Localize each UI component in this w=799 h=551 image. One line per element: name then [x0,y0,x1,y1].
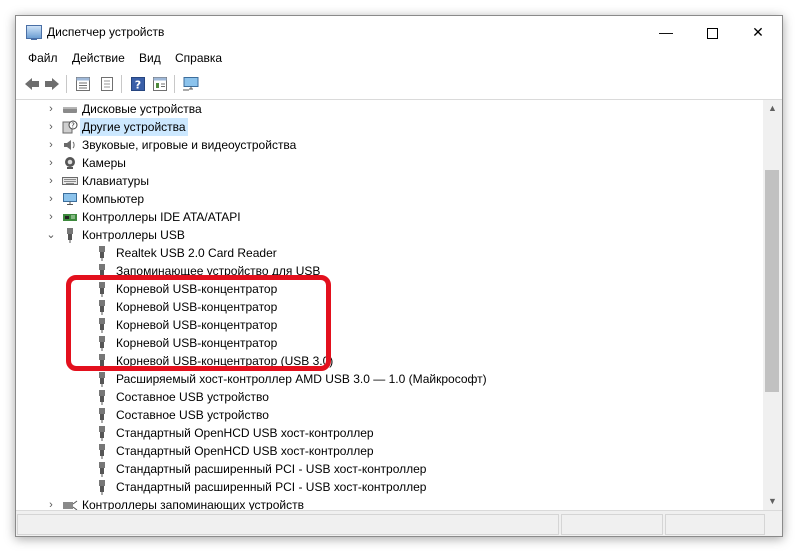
chevron-right-icon[interactable]: › [46,136,56,154]
toolbar: ? [16,69,782,100]
tree-device-label: Стандартный расширенный PCI - USB хост-к… [116,462,427,476]
tree-device-label: Расширяемый хост-контроллер AMD USB 3.0 … [116,372,487,386]
tree-category-label: Дисковые устройства [82,102,202,116]
tree-category-label: Клавиатуры [82,174,149,188]
menu-action[interactable]: Действие [72,51,125,65]
tree-category-label: Контроллеры запоминающих устройств [82,498,304,510]
chevron-right-icon[interactable]: › [46,208,56,226]
maximize-icon [706,27,718,39]
status-bar [16,510,782,536]
chevron-right-icon[interactable]: › [46,118,56,136]
toolbar-separator [66,75,67,93]
tree-device-label: Стандартный OpenHCD USB хост-контроллер [116,426,374,440]
unknown-device-icon: ? [62,120,78,134]
tree-device-label: Стандартный OpenHCD USB хост-контроллер [116,444,374,458]
tree-category-label: Звуковые, игровые и видеоустройства [82,138,297,152]
title-bar: Диспетчер устройств — ✕ [16,16,782,48]
keyboard-icon [62,177,78,185]
chevron-right-icon[interactable]: › [46,496,56,510]
chevron-right-icon[interactable]: › [46,190,56,208]
back-icon [25,78,39,90]
tree-device-label: Составное USB устройство [116,390,269,404]
properties-list-button[interactable] [73,74,93,94]
minimize-button[interactable]: — [643,16,689,48]
help-icon: ? [131,77,145,92]
device-manager-app-icon [26,25,42,40]
properties-button[interactable] [97,74,117,94]
usb-device-icon [99,246,105,261]
usb-device-icon [99,444,105,459]
usb-device-icon [99,408,105,423]
maximize-button[interactable] [689,16,735,48]
properties-list-icon [76,77,90,91]
menu-bar: Файл Действие Вид Справка [16,48,782,68]
tree-device-label: Realtek USB 2.0 Card Reader [116,246,277,260]
tree-device-label: Стандартный расширенный PCI - USB хост-к… [116,480,427,494]
tree-device-label: Составное USB устройство [116,408,269,422]
disk-icon [63,107,77,113]
menu-help[interactable]: Справка [175,51,222,65]
usb-device-icon [99,372,105,387]
annotation-highlight-box [66,275,331,371]
chevron-right-icon[interactable]: › [46,172,56,190]
view-icon [153,77,167,91]
chevron-down-icon[interactable]: ⌄ [46,226,56,244]
usb-device-icon [99,462,105,477]
speaker-icon [64,140,75,150]
toolbar-separator [174,75,175,93]
vertical-scrollbar[interactable]: ▲ ▼ [763,100,782,510]
menu-file[interactable]: Файл [28,51,58,65]
tree-category-label: Другие устройства [80,118,188,136]
status-bar-cell [561,514,663,535]
tree-category-label: Контроллеры IDE ATA/ATAPI [82,210,241,224]
properties-icon [101,77,113,91]
computer-icon [63,193,77,205]
scan-hardware-button[interactable] [181,74,201,94]
usb-icon [67,228,73,243]
usb-device-icon [99,480,105,495]
svg-text:?: ? [135,79,141,92]
usb-device-icon [99,390,105,405]
close-button[interactable]: ✕ [735,16,781,48]
status-bar-cell [665,514,765,535]
toolbar-separator [121,75,122,93]
tree-category-label: Контроллеры USB [82,228,185,242]
storage-controller-icon [63,500,78,510]
usb-device-icon [99,426,105,441]
forward-button[interactable] [42,74,62,94]
ide-controller-icon [63,214,77,221]
tree-category-label: Камеры [82,156,126,170]
tree-category-label: Компьютер [82,192,145,206]
view-button[interactable] [150,74,170,94]
help-button[interactable]: ? [128,74,148,94]
scroll-up-arrow-icon[interactable]: ▲ [763,100,782,117]
scroll-down-arrow-icon[interactable]: ▼ [763,493,782,510]
camera-icon [65,157,75,169]
chevron-right-icon[interactable]: › [46,100,56,118]
monitor-icon [183,77,199,91]
window-title: Диспетчер устройств [47,25,165,39]
svg-text:?: ? [71,122,75,130]
menu-view[interactable]: Вид [139,51,161,65]
status-bar-cell [17,514,559,535]
chevron-right-icon[interactable]: › [46,154,56,172]
back-button[interactable] [22,74,42,94]
scrollbar-thumb[interactable] [765,170,779,392]
forward-icon [45,78,59,90]
